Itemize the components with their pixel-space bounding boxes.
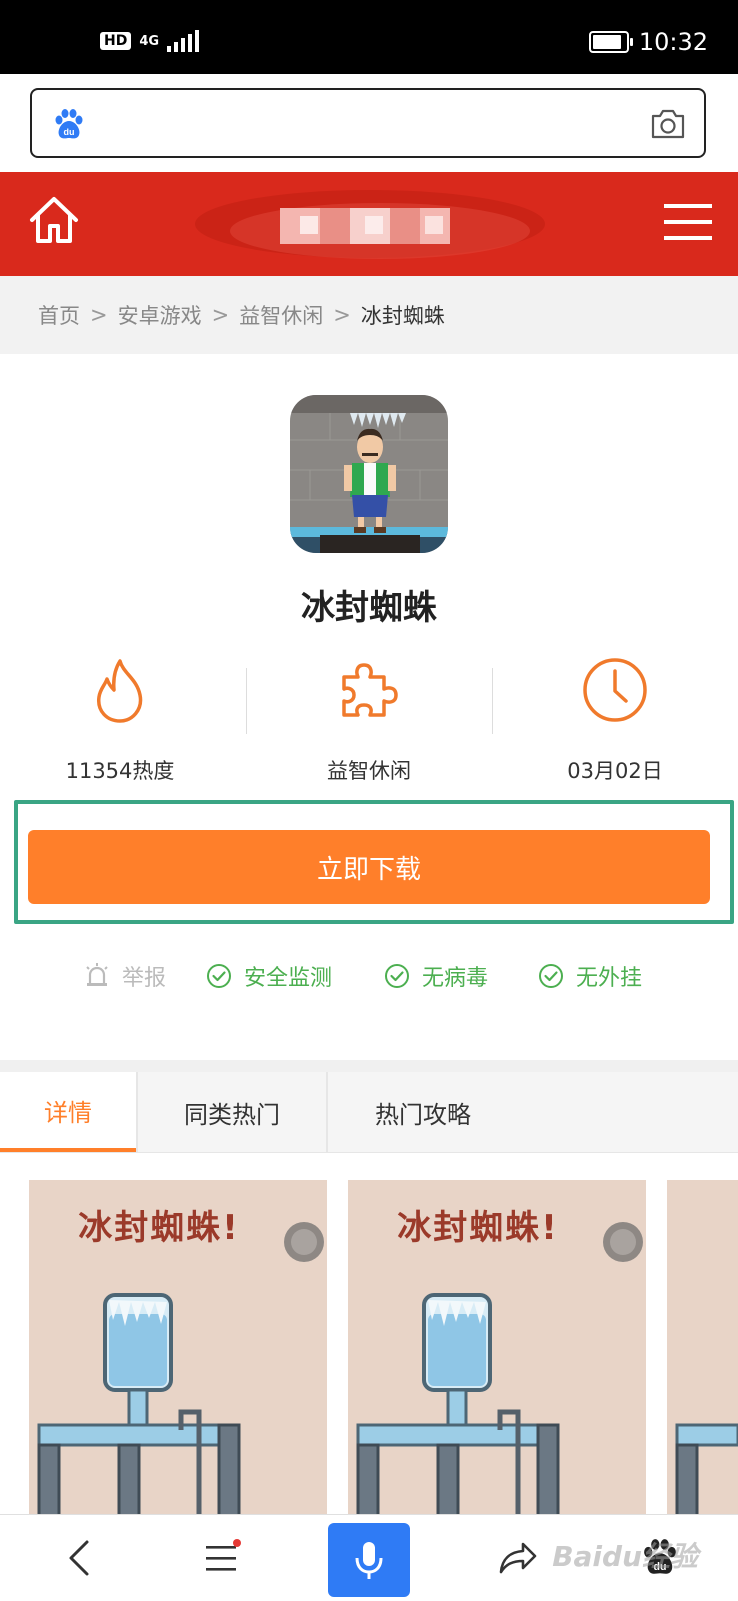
tab-similar-hot[interactable]: 同类热门: [138, 1072, 326, 1152]
watermark: Baidu经验: [552, 1540, 698, 1573]
breadcrumb-current: 冰封蜘蛛: [360, 304, 445, 328]
no-virus-label: 无病毒: [422, 966, 489, 991]
camera-icon[interactable]: [650, 108, 686, 140]
category-label: 益智休闲: [327, 759, 411, 783]
app-icon: [290, 395, 448, 553]
date-label: 03月02日: [567, 759, 663, 783]
divider: [492, 668, 493, 734]
breadcrumb-home[interactable]: 首页: [38, 300, 80, 330]
search-input[interactable]: [96, 102, 640, 146]
site-header: [0, 172, 738, 276]
menu-icon[interactable]: [664, 202, 712, 242]
screenshot-3[interactable]: [667, 1180, 738, 1520]
breadcrumb-android-games[interactable]: 安卓游戏: [118, 300, 202, 330]
check-circle-icon: [539, 964, 563, 988]
network-label: 4G: [139, 33, 160, 49]
tab-hot-guides[interactable]: 热门攻略: [328, 1072, 518, 1152]
fire-icon: [97, 659, 143, 723]
screenshot-art: [37, 1222, 324, 1520]
safe-label: 安全监测: [244, 966, 333, 991]
clock-icon: [583, 658, 647, 722]
baidu-paw-icon[interactable]: du: [52, 108, 86, 142]
site-logo-blurred[interactable]: [190, 186, 550, 266]
browser-search-bar: du: [0, 74, 738, 172]
voice-search-button[interactable]: [328, 1523, 410, 1597]
menu-button[interactable]: [182, 1515, 262, 1601]
screenshot-art: [675, 1423, 738, 1520]
report-label: 举报: [122, 966, 167, 991]
alarm-icon: [86, 963, 108, 986]
tab-bar: 详情 同类热门 热门攻略: [0, 1072, 738, 1153]
status-bar: HD 4G 10:32: [0, 0, 738, 74]
download-button[interactable]: 立即下载: [28, 830, 710, 904]
heat-label: 11354热度: [65, 759, 175, 783]
hd-indicator: HD: [100, 32, 132, 50]
stat-category: 益智休闲: [269, 655, 469, 785]
search-box[interactable]: du: [30, 88, 706, 158]
back-arrow-icon: [69, 1540, 89, 1576]
breadcrumb-puzzle-casual[interactable]: 益智休闲: [239, 300, 323, 330]
section-divider: [0, 1060, 738, 1072]
breadcrumb-separator: >: [211, 303, 230, 327]
puzzle-icon: [342, 663, 398, 717]
divider: [246, 668, 247, 734]
report-link[interactable]: 举报: [84, 960, 166, 992]
check-circle-icon: [207, 964, 231, 988]
menu-lines-icon: [206, 1539, 241, 1571]
screenshot-2[interactable]: 冰封蜘蛛!: [348, 1180, 646, 1520]
screenshot-art: [356, 1222, 643, 1520]
microphone-icon: [355, 1542, 383, 1579]
battery-icon: [588, 31, 633, 53]
badge-no-plugin: 无外挂: [538, 960, 642, 992]
clock: 10:32: [638, 28, 708, 56]
svg-text:du: du: [64, 127, 75, 137]
tab-details[interactable]: 详情: [0, 1072, 136, 1152]
signal-icon: [167, 30, 200, 52]
share-button[interactable]: [478, 1515, 558, 1601]
badge-safe: 安全监测: [206, 960, 332, 992]
stat-heat: 11354热度: [20, 655, 220, 785]
home-icon[interactable]: [28, 194, 80, 246]
breadcrumb: 首页 > 安卓游戏 > 益智休闲 > 冰封蜘蛛: [0, 276, 738, 354]
breadcrumb-separator: >: [333, 303, 351, 327]
security-badges: 举报 安全监测 无病毒 无外挂: [0, 960, 738, 1010]
app-title: 冰封蜘蛛: [301, 588, 437, 628]
badge-no-virus: 无病毒: [384, 960, 488, 992]
back-button[interactable]: [40, 1515, 120, 1601]
stat-date: 03月02日: [515, 655, 715, 785]
breadcrumb-separator: >: [90, 303, 108, 327]
check-circle-icon: [385, 964, 409, 988]
screenshot-1[interactable]: 冰封蜘蛛!: [29, 1180, 327, 1520]
share-arrow-icon: [499, 1542, 537, 1574]
no-plugin-label: 无外挂: [576, 966, 643, 991]
browser-bottom-nav: du Baidu经验: [0, 1514, 738, 1601]
